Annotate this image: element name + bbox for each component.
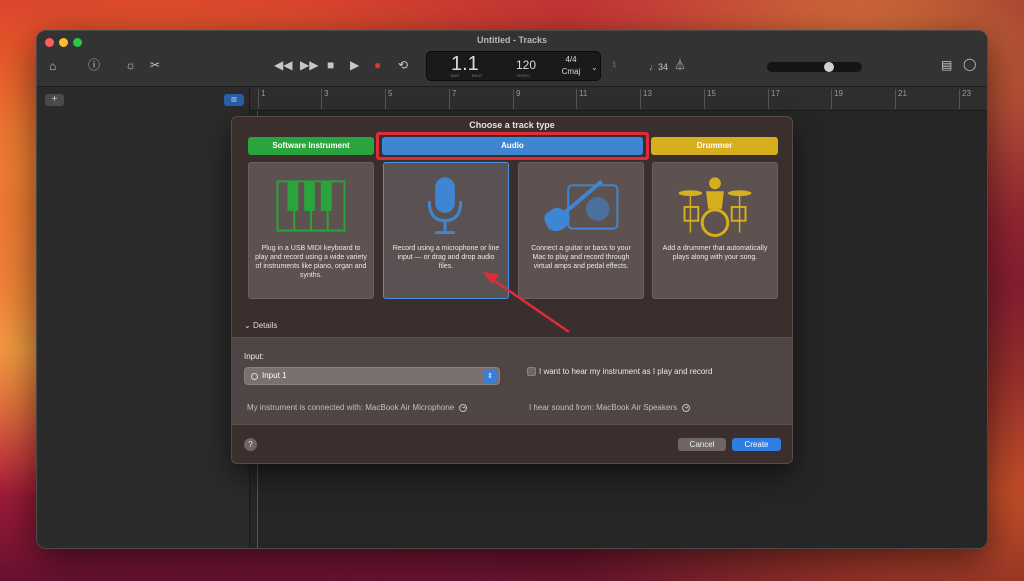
drum-kit-icon — [678, 177, 752, 237]
annotation-highlight-box — [376, 132, 649, 160]
ruler-tick: 15 — [704, 89, 716, 109]
smart-filter-button[interactable]: ▥ — [224, 94, 244, 106]
guitar-amp-icon — [544, 179, 619, 232]
master-volume-knob[interactable] — [824, 62, 834, 72]
connected-with-text: My instrument is connected with: MacBook… — [247, 403, 455, 412]
play-icon[interactable]: ▶ — [350, 58, 359, 72]
lcd-beat-label: BEAT — [472, 73, 483, 78]
track-headers: + ▥ — [37, 87, 250, 548]
card-drummer[interactable]: Add a drummer that automatically plays a… — [652, 162, 778, 299]
count-in-icon[interactable]: ♩34 — [649, 60, 668, 74]
window-title: Untitled - Tracks — [476, 35, 548, 45]
lcd-tempo-label: TEMPO — [516, 73, 531, 78]
input-label: Input: — [244, 352, 265, 361]
details-label: Details — [252, 321, 278, 330]
smart-controls-icon[interactable]: ☼ — [125, 58, 136, 72]
titlebar: Untitled - Tracks ⌂ ⓘ ☼ ✂ ◀◀ ▶▶ ■ ▶ ● ⟲ … — [37, 31, 987, 87]
ruler-tick: 19 — [831, 89, 843, 109]
instrument-connection-info: My instrument is connected with: MacBook… — [247, 403, 468, 412]
card-guitar-bass[interactable]: Connect a guitar or bass to your Mac to … — [518, 162, 644, 299]
ruler-tick: 7 — [449, 89, 456, 109]
timeline-ruler[interactable]: 1 3 5 7 9 11 13 15 17 19 21 23 — [250, 87, 987, 111]
add-track-button[interactable]: + — [45, 94, 64, 106]
lcd-display[interactable]: 1.1 BAR BEAT 120 TEMPO 4/4 Cmaj — [426, 51, 601, 81]
create-button[interactable]: Create — [732, 438, 781, 451]
ruler-tick: 1 — [258, 89, 265, 109]
piano-keyboard-icon — [276, 180, 346, 232]
ruler-tick: 11 — [576, 89, 587, 109]
ruler-tick: 3 — [321, 89, 328, 109]
card-audio[interactable]: Record using a microphone or line input … — [383, 162, 509, 299]
ruler-tick: 5 — [385, 89, 392, 109]
card-description: Plug in a USB MIDI keyboard to play and … — [255, 245, 367, 279]
cycle-icon[interactable]: ⟲ — [398, 58, 408, 72]
loop-browser-icon[interactable]: ◯ — [963, 57, 976, 71]
dialog-title: Choose a track type — [469, 120, 555, 130]
microphone-icon — [427, 177, 463, 235]
tuner-icon[interactable]: ♮ — [612, 58, 616, 72]
cancel-button[interactable]: Cancel — [678, 438, 726, 451]
notepad-icon[interactable]: ▤ — [941, 58, 952, 72]
tab-drummer[interactable]: Drummer — [651, 137, 778, 155]
chevron-down-icon: ⌄ — [244, 321, 251, 330]
help-button[interactable]: ? — [244, 438, 257, 451]
ruler-tick: 21 — [895, 89, 907, 109]
details-panel: Input: Input 1 ⇕ I want to hear my instr… — [232, 337, 792, 425]
metronome-icon[interactable]: ⏃ — [674, 58, 686, 72]
details-disclosure[interactable]: ⌄ Details — [244, 321, 277, 330]
lcd-time-signature: 4/4 — [565, 55, 577, 64]
ruler-tick: 9 — [513, 89, 520, 109]
master-volume-slider[interactable] — [767, 62, 862, 72]
new-track-dialog: Choose a track type Software Instrument … — [231, 116, 793, 464]
input-select[interactable]: Input 1 ⇕ — [244, 367, 500, 385]
fast-forward-icon[interactable]: ▶▶ — [300, 58, 318, 72]
arrow-right-circle-icon[interactable]: ➜ — [682, 403, 691, 412]
scissors-icon[interactable]: ✂ — [150, 58, 160, 72]
hear-from-text: I hear sound from: MacBook Air Speakers — [529, 403, 678, 412]
monitor-checkbox[interactable] — [527, 367, 536, 376]
card-description: Add a drummer that automatically plays a… — [662, 245, 768, 261]
tab-software-instrument[interactable]: Software Instrument — [248, 137, 374, 155]
select-stepper-icon: ⇕ — [483, 370, 497, 383]
lcd-chevron-down-icon[interactable]: ⌄ — [591, 61, 598, 75]
ruler-tick: 17 — [768, 89, 780, 109]
card-description: Connect a guitar or bass to your Mac to … — [531, 245, 631, 270]
output-info: I hear sound from: MacBook Air Speakers … — [529, 403, 691, 412]
arrow-right-circle-icon[interactable]: ➜ — [459, 403, 468, 412]
card-description: Record using a microphone or line input … — [392, 245, 500, 270]
library-icon[interactable]: ⌂ — [49, 59, 56, 73]
ruler-tick: 13 — [640, 89, 652, 109]
monitor-checkbox-label[interactable]: I want to hear my instrument as I play a… — [539, 367, 712, 376]
input-select-value: Input 1 — [262, 371, 287, 380]
lcd-bar-label: BAR — [451, 73, 460, 78]
rewind-icon[interactable]: ◀◀ — [274, 58, 292, 72]
card-software-instrument[interactable]: Plug in a USB MIDI keyboard to play and … — [248, 162, 374, 299]
lcd-key: Cmaj — [561, 67, 581, 76]
stop-icon[interactable]: ■ — [327, 58, 334, 72]
ruler-tick: 23 — [959, 89, 971, 109]
input-mono-icon — [251, 373, 258, 380]
lcd-tempo: 120 — [516, 58, 537, 72]
record-icon[interactable]: ● — [374, 58, 381, 72]
help-icon[interactable]: ⓘ — [88, 58, 100, 72]
